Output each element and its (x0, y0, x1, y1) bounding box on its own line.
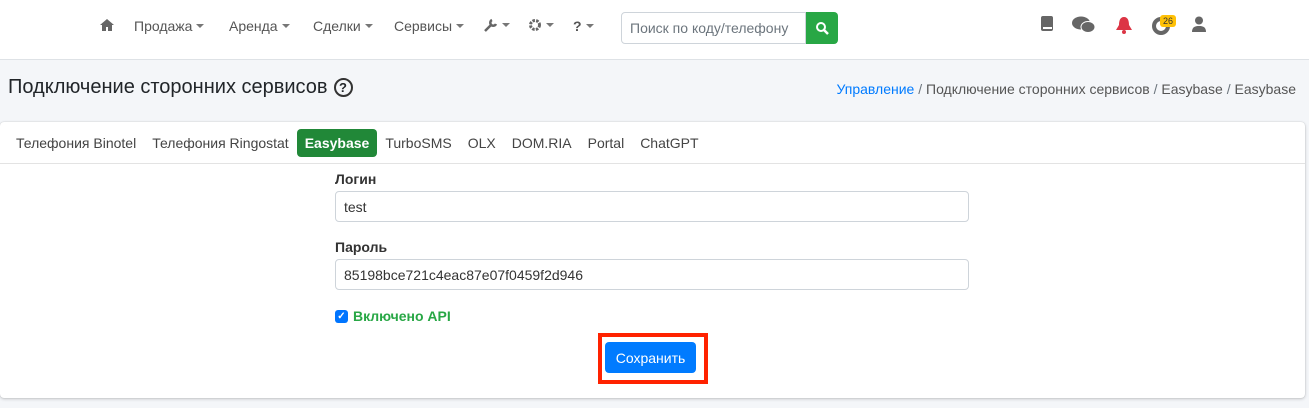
service-tabs: Телефония Binotel Телефония Ringostat Ea… (0, 122, 1305, 164)
tab-turbosms[interactable]: TurboSMS (377, 129, 459, 157)
user-icon[interactable] (1192, 16, 1206, 35)
save-button[interactable]: Сохранить (605, 342, 696, 373)
breadcrumb: Управление / Подключение сторонних серви… (836, 81, 1296, 97)
password-label: Пароль (335, 239, 388, 255)
tab-portal[interactable]: Portal (580, 129, 633, 157)
gear-icon[interactable] (528, 18, 554, 32)
search-button[interactable] (806, 12, 838, 44)
notification-badge: 26 (1160, 15, 1177, 27)
api-enabled-checkbox[interactable]: ✓ Включено API (335, 308, 451, 324)
breadcrumb-item: Easybase (1161, 81, 1223, 97)
api-enabled-label: Включено API (353, 308, 451, 324)
settings-card: Телефония Binotel Телефония Ringostat Ea… (0, 122, 1305, 398)
nav-sales[interactable]: Продажа (134, 18, 205, 34)
bell-icon[interactable] (1115, 16, 1133, 38)
search-input[interactable] (621, 12, 806, 44)
password-input[interactable] (335, 259, 969, 290)
breadcrumb-item: Easybase (1234, 81, 1296, 97)
navbar: Продажа Аренда Сделки Сервисы ? 26 (0, 0, 1309, 60)
tab-domria[interactable]: DOM.RIA (504, 129, 580, 157)
tab-olx[interactable]: OLX (460, 129, 504, 157)
tab-chatgpt[interactable]: ChatGPT (632, 129, 706, 157)
tab-binotel[interactable]: Телефония Binotel (8, 129, 144, 157)
help-icon[interactable]: ? (573, 18, 594, 34)
page-title: Подключение сторонних сервисов? (8, 76, 353, 99)
nav-label: Продажа (134, 18, 193, 34)
wrench-icon[interactable] (484, 18, 510, 32)
nav-label: Сервисы (394, 18, 453, 34)
nav-deals[interactable]: Сделки (313, 18, 373, 34)
checkmark-icon: ✓ (335, 309, 348, 323)
page-title-text: Подключение сторонних сервисов (8, 76, 328, 98)
tab-ringostat[interactable]: Телефония Ringostat (144, 129, 297, 157)
comments-icon[interactable] (1072, 16, 1096, 37)
search-icon (816, 22, 829, 35)
home-icon[interactable] (99, 18, 115, 32)
book-icon[interactable] (1041, 16, 1053, 34)
nav-label: Сделки (313, 18, 361, 34)
breadcrumb-link[interactable]: Управление (837, 81, 915, 97)
nav-services[interactable]: Сервисы (394, 18, 465, 34)
breadcrumb-item: Подключение сторонних сервисов (926, 81, 1150, 97)
question-circle-icon[interactable]: ? (333, 78, 353, 97)
login-input[interactable] (335, 191, 969, 222)
login-label: Логин (335, 171, 377, 187)
nav-rent[interactable]: Аренда (229, 18, 290, 34)
nav-label: Аренда (229, 18, 278, 34)
tab-easybase[interactable]: Easybase (296, 128, 378, 157)
